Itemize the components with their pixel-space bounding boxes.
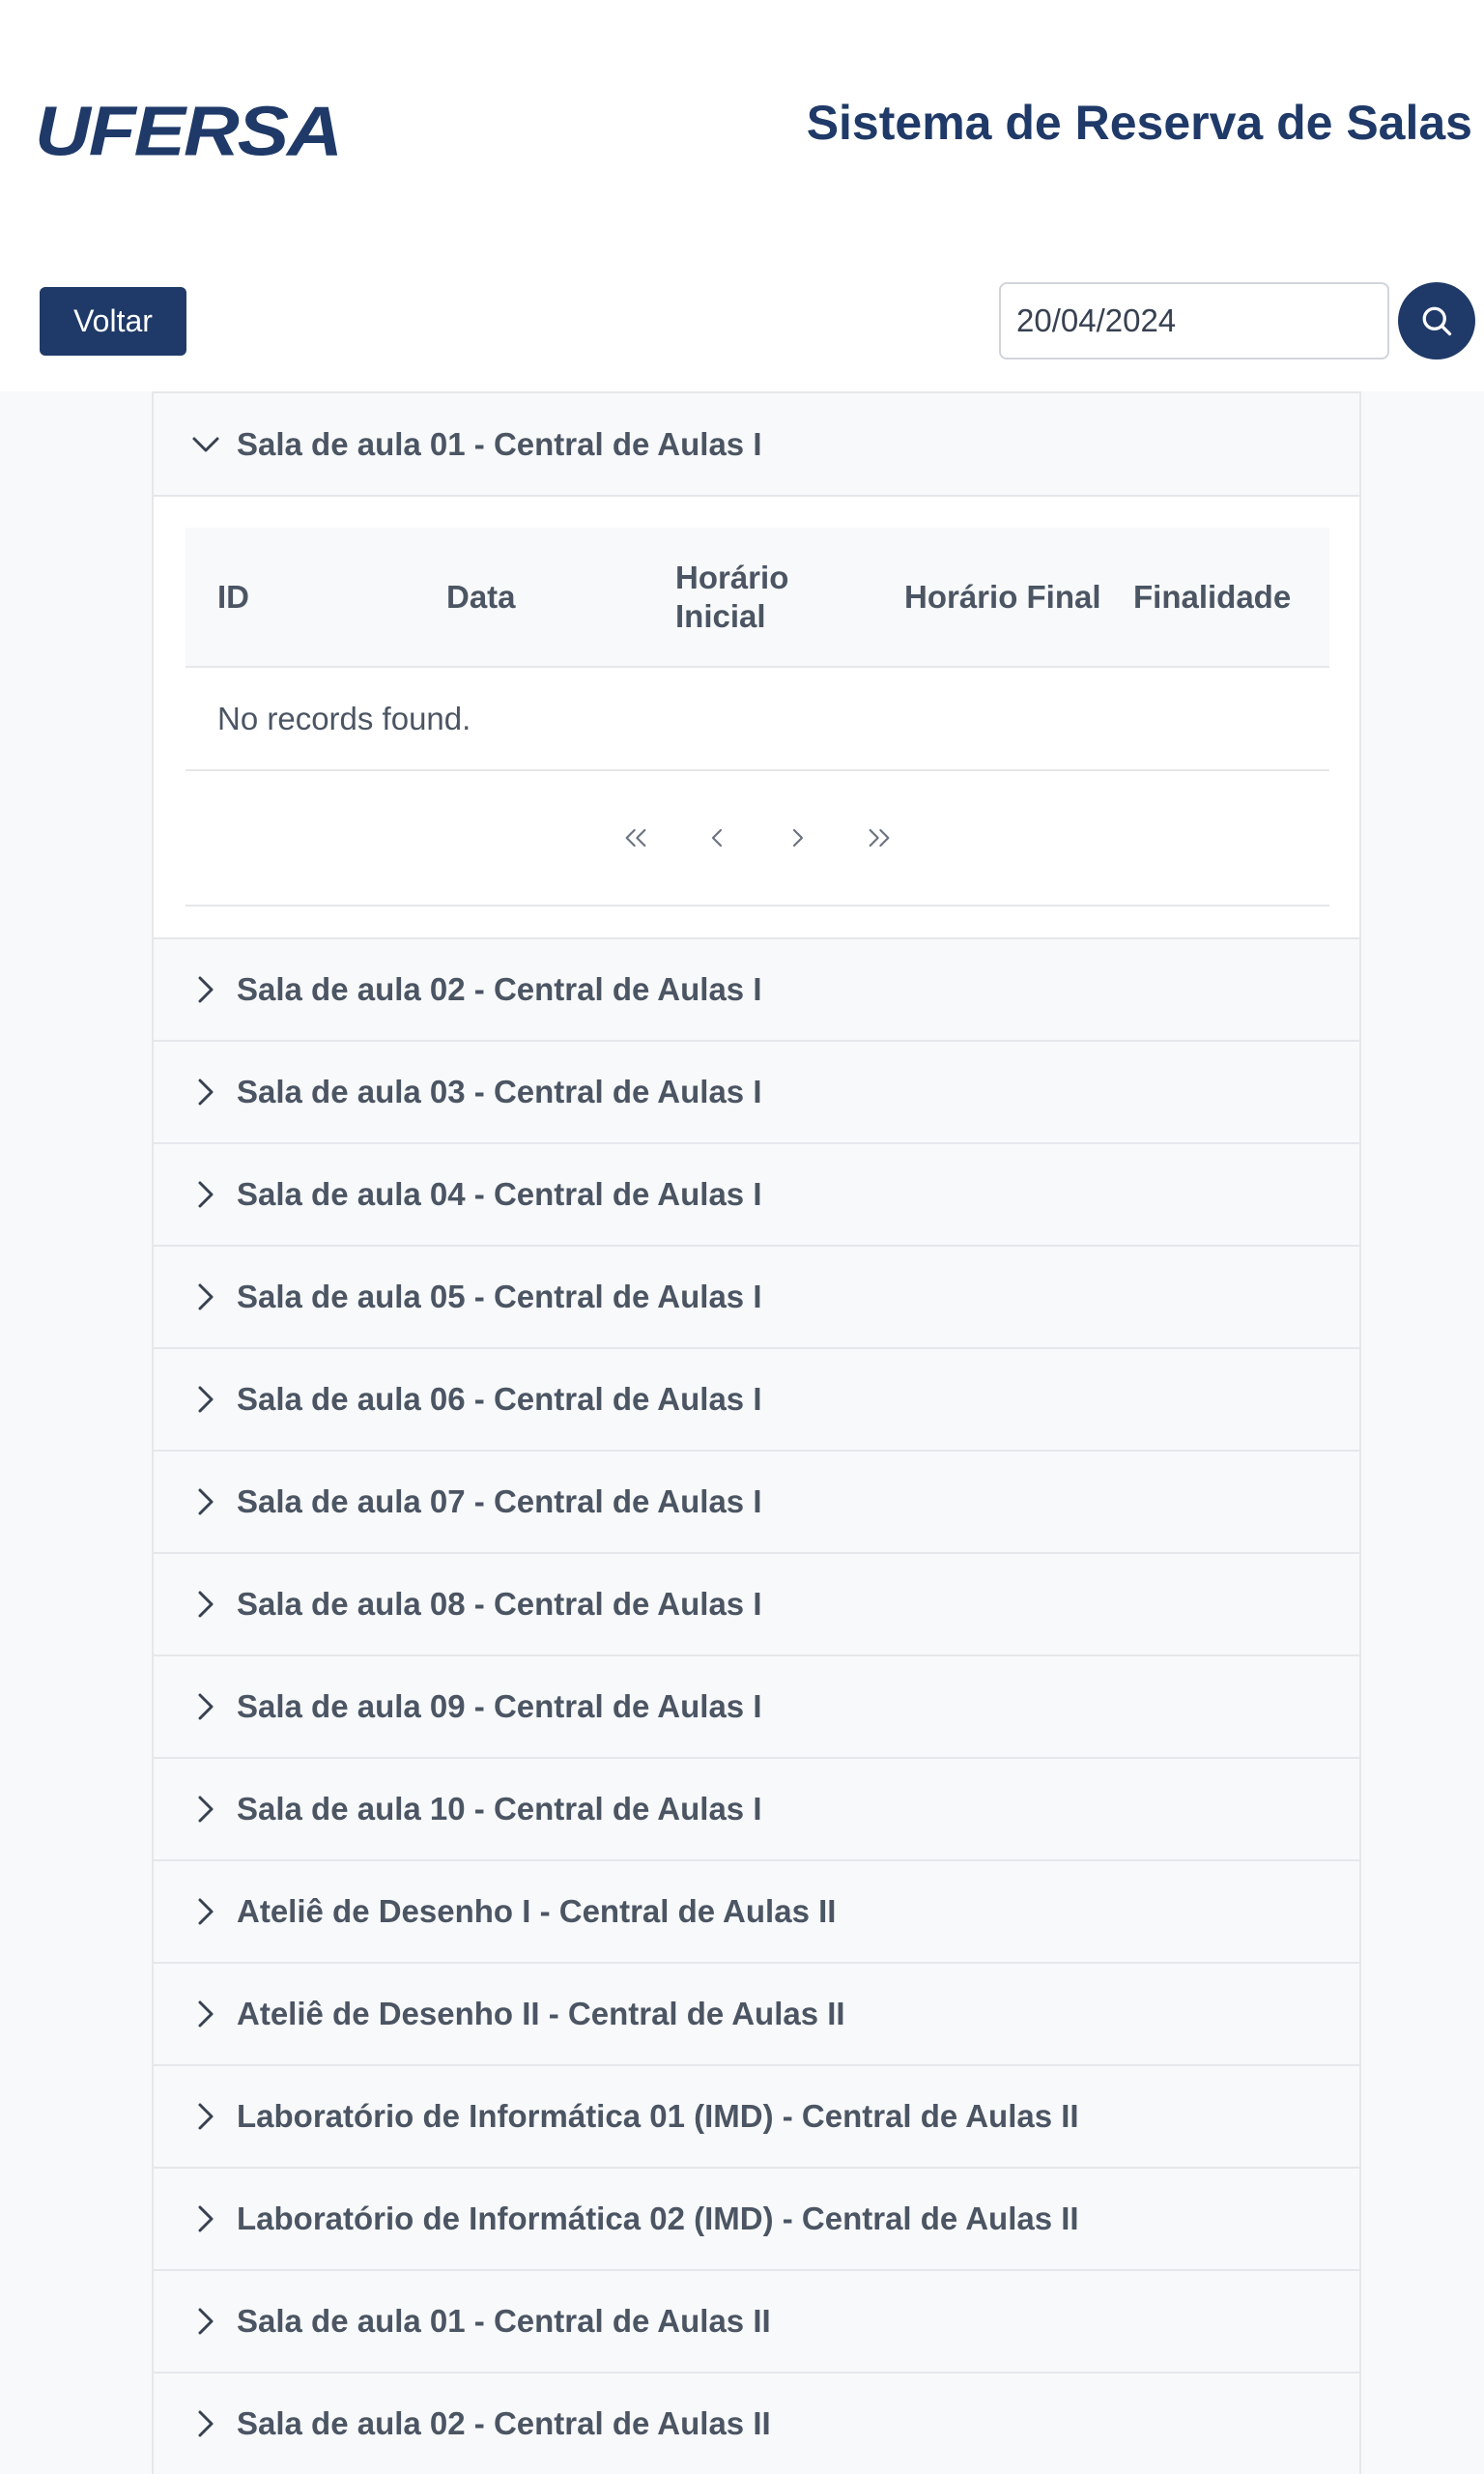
- first-page-icon: [625, 828, 646, 848]
- chevron-right-icon: [198, 1796, 214, 1823]
- last-page-icon: [869, 828, 890, 848]
- accordion-header[interactable]: Ateliê de Desenho II - Central de Aulas …: [154, 1962, 1359, 2064]
- accordion-header[interactable]: Sala de aula 05 - Central de Aulas I: [154, 1245, 1359, 1347]
- accordion-label: Ateliê de Desenho I - Central de Aulas I…: [237, 1893, 837, 1929]
- accordion-label: Laboratório de Informática 02 (IMD) - Ce…: [237, 2201, 1079, 2236]
- chevron-right-icon: [198, 2205, 214, 2232]
- chevron-right-icon: [198, 1181, 214, 1208]
- chevron-right-icon: [198, 1283, 214, 1310]
- table-header: ID Data Horário Inicial Horário Final Fi…: [186, 528, 1329, 668]
- chevron-right-icon: [198, 1386, 214, 1413]
- accordion-label: Sala de aula 07 - Central de Aulas I: [237, 1483, 762, 1519]
- accordion-header-expanded[interactable]: Sala de aula 01 - Central de Aulas I: [154, 391, 1359, 495]
- accordion-label: Sala de aula 02 - Central de Aulas I: [237, 971, 762, 1007]
- accordion-content: ID Data Horário Inicial Horário Final Fi…: [154, 495, 1359, 937]
- chevron-right-icon: [198, 2103, 214, 2130]
- accordion-label: Sala de aula 01 - Central de Aulas I: [237, 425, 762, 462]
- reservations-table: ID Data Horário Inicial Horário Final Fi…: [186, 528, 1329, 906]
- accordion-label: Sala de aula 08 - Central de Aulas I: [237, 1586, 762, 1622]
- accordion-label: Laboratório de Informática 01 (IMD) - Ce…: [237, 2098, 1079, 2134]
- search-button[interactable]: [1398, 282, 1475, 360]
- prev-page-button[interactable]: [676, 804, 757, 872]
- accordion-header[interactable]: Sala de aula 02 - Central de Aulas II: [154, 2372, 1359, 2474]
- chevron-right-icon: [198, 1898, 214, 1925]
- chevron-down-icon: [192, 437, 219, 451]
- chevron-right-icon: [198, 1693, 214, 1720]
- next-page-icon: [792, 828, 804, 848]
- accordion-label: Sala de aula 02 - Central de Aulas II: [237, 2405, 771, 2441]
- rooms-accordion: Sala de aula 01 - Central de Aulas I ID …: [152, 391, 1361, 2474]
- column-header-start-time[interactable]: Horário Inicial: [643, 559, 872, 635]
- back-button[interactable]: Voltar: [40, 287, 186, 356]
- main-content: Sala de aula 01 - Central de Aulas I ID …: [0, 391, 1484, 2474]
- accordion-header[interactable]: Sala de aula 03 - Central de Aulas I: [154, 1040, 1359, 1142]
- chevron-right-icon: [198, 976, 214, 1003]
- accordion-label: Sala de aula 04 - Central de Aulas I: [237, 1176, 762, 1212]
- next-page-button[interactable]: [757, 804, 839, 872]
- accordion-header[interactable]: Laboratório de Informática 01 (IMD) - Ce…: [154, 2064, 1359, 2167]
- accordion-header[interactable]: Laboratório de Informática 02 (IMD) - Ce…: [154, 2167, 1359, 2269]
- chevron-right-icon: [198, 2308, 214, 2335]
- prev-page-icon: [711, 828, 723, 848]
- accordion-header[interactable]: Sala de aula 04 - Central de Aulas I: [154, 1142, 1359, 1245]
- accordion-header[interactable]: Sala de aula 01 - Central de Aulas II: [154, 2269, 1359, 2372]
- accordion-label: Sala de aula 09 - Central de Aulas I: [237, 1688, 762, 1724]
- accordion-label: Sala de aula 06 - Central de Aulas I: [237, 1381, 762, 1417]
- collapsed-rooms-list: Sala de aula 02 - Central de Aulas I Sala…: [154, 937, 1359, 2474]
- last-page-button[interactable]: [839, 804, 920, 872]
- chevron-right-icon: [198, 1488, 214, 1515]
- page-title: Sistema de Reserva de Salas: [806, 96, 1472, 150]
- accordion-header[interactable]: Ateliê de Desenho I - Central de Aulas I…: [154, 1859, 1359, 1962]
- column-header-id[interactable]: ID: [186, 578, 414, 617]
- accordion-header[interactable]: Sala de aula 09 - Central de Aulas I: [154, 1654, 1359, 1757]
- paginator: [186, 771, 1329, 906]
- accordion-header[interactable]: Sala de aula 06 - Central de Aulas I: [154, 1347, 1359, 1450]
- ufersa-logo: UFERSA: [35, 92, 343, 170]
- chevron-right-icon: [198, 1591, 214, 1618]
- column-header-data[interactable]: Data: [414, 578, 643, 617]
- accordion-header[interactable]: Sala de aula 02 - Central de Aulas I: [154, 937, 1359, 1040]
- chevron-right-icon: [198, 2410, 214, 2437]
- accordion-header[interactable]: Sala de aula 07 - Central de Aulas I: [154, 1450, 1359, 1552]
- accordion-label: Sala de aula 03 - Central de Aulas I: [237, 1074, 762, 1109]
- accordion-label: Sala de aula 05 - Central de Aulas I: [237, 1279, 762, 1314]
- accordion-label: Sala de aula 01 - Central de Aulas II: [237, 2303, 771, 2339]
- chevron-right-icon: [198, 2000, 214, 2028]
- chevron-right-icon: [198, 1079, 214, 1106]
- column-header-purpose[interactable]: Finalidade: [1101, 578, 1329, 617]
- accordion-header[interactable]: Sala de aula 08 - Central de Aulas I: [154, 1552, 1359, 1654]
- first-page-button[interactable]: [595, 804, 676, 872]
- accordion-label: Ateliê de Desenho II - Central de Aulas …: [237, 1996, 845, 2031]
- search-icon: [1422, 306, 1452, 336]
- accordion-header[interactable]: Sala de aula 10 - Central de Aulas I: [154, 1757, 1359, 1859]
- date-input[interactable]: [999, 282, 1389, 360]
- app-header: UFERSA Sistema de Reserva de Salas Volta…: [0, 0, 1484, 360]
- accordion-label: Sala de aula 10 - Central de Aulas I: [237, 1791, 762, 1827]
- column-header-end-time[interactable]: Horário Final: [872, 578, 1101, 617]
- empty-message: No records found.: [186, 668, 1329, 771]
